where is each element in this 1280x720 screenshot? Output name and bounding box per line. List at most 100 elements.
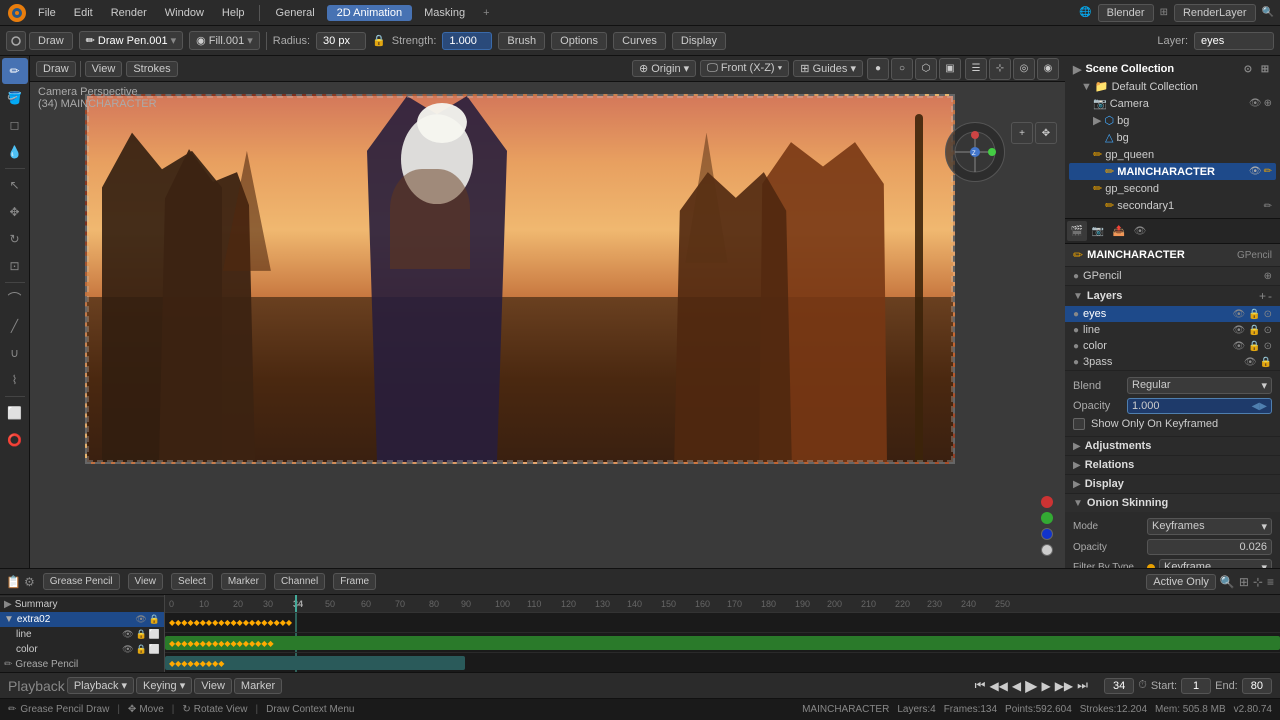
add-workspace-button[interactable]: + bbox=[477, 5, 495, 21]
options-button[interactable]: Options bbox=[551, 32, 607, 50]
gizmo-icon[interactable]: ⊹ bbox=[989, 58, 1011, 80]
start-frame-input[interactable]: 1 bbox=[1181, 678, 1211, 694]
timeline-filter-icon[interactable]: ⊞ bbox=[1239, 575, 1249, 589]
timeline-view-menu[interactable]: View bbox=[128, 573, 164, 590]
move-icon[interactable]: ✥ bbox=[1035, 122, 1057, 144]
props-tab-scene[interactable]: 🎬 bbox=[1067, 221, 1087, 241]
collection-bg-child[interactable]: △ bg bbox=[1069, 129, 1276, 146]
onion-mode-dropdown[interactable]: Keyframes ▾ bbox=[1147, 518, 1272, 535]
prev-keyframe-icon[interactable]: ◀◀ bbox=[989, 679, 1007, 693]
viewport-overlay-icon[interactable]: ☰ bbox=[965, 58, 987, 80]
scene-collection-expand[interactable]: ▶ bbox=[1073, 63, 1081, 76]
color-green[interactable] bbox=[1041, 512, 1053, 524]
active-only-btn[interactable]: Active Only bbox=[1146, 574, 1216, 590]
fill-dropdown[interactable]: ◉ Fill.001 ▾ bbox=[189, 31, 260, 50]
play-icon[interactable]: ▶ bbox=[1025, 676, 1037, 696]
menu-help[interactable]: Help bbox=[214, 5, 253, 21]
props-tab-output[interactable]: 📤 bbox=[1109, 221, 1129, 241]
view-timeline-btn[interactable]: View bbox=[194, 678, 232, 694]
display-button[interactable]: Display bbox=[672, 32, 726, 50]
sec1-pencil[interactable]: ✏ bbox=[1264, 201, 1272, 212]
mainchar-vis[interactable]: 👁 bbox=[1249, 166, 1262, 177]
viewport-view-menu[interactable]: View bbox=[85, 61, 123, 77]
layer-eyes-lock[interactable]: 🔒 bbox=[1248, 309, 1260, 320]
strength-input[interactable]: 1.000 bbox=[442, 32, 492, 50]
layer-line[interactable]: ● line 👁 🔒 ⊙ bbox=[1065, 322, 1280, 338]
grease-pencil-menu[interactable]: Grease Pencil bbox=[43, 573, 120, 590]
track-extra02[interactable]: ▼ extra02 👁 🔒 bbox=[0, 612, 164, 627]
track-area[interactable]: 0 10 20 30 34 50 60 70 80 90 100 110 120… bbox=[165, 595, 1280, 672]
snap-icon[interactable]: ◎ bbox=[1013, 58, 1035, 80]
tool-curve[interactable]: ⌒ bbox=[2, 286, 28, 312]
color-blue2[interactable] bbox=[1041, 528, 1053, 540]
layer-line-hide[interactable]: 👁 bbox=[1232, 325, 1245, 336]
timeline-sort-icon[interactable]: ⊹ bbox=[1253, 575, 1263, 589]
tool-eyedropper[interactable]: 💧 bbox=[2, 139, 28, 165]
current-frame-display[interactable]: 34 bbox=[1104, 678, 1134, 694]
marker-btn[interactable]: Marker bbox=[234, 678, 282, 694]
wire-shading-icon[interactable]: ⬡ bbox=[915, 58, 937, 80]
curves-button[interactable]: Curves bbox=[613, 32, 666, 50]
solid-shading-icon[interactable]: ○ bbox=[891, 58, 913, 80]
tool-eraser[interactable]: ◻ bbox=[2, 112, 28, 138]
tool-draw[interactable]: ✏ bbox=[2, 58, 28, 84]
zoom-in-icon[interactable]: + bbox=[1011, 122, 1033, 144]
timeline-channel-menu[interactable]: Channel bbox=[274, 573, 325, 590]
next-keyframe-icon[interactable]: ▶▶ bbox=[1055, 679, 1073, 693]
nav-gizmo-circle[interactable]: Z bbox=[945, 122, 1005, 182]
blend-dropdown[interactable]: Regular ▾ bbox=[1127, 377, 1272, 394]
track-color[interactable]: color 👁 🔒 ⬜ bbox=[0, 642, 164, 657]
timeline-frame-menu[interactable]: Frame bbox=[333, 573, 376, 590]
tool-circle[interactable]: ⭕ bbox=[2, 427, 28, 453]
adjustments-header[interactable]: ▶ Adjustments bbox=[1065, 437, 1280, 455]
render-layer-input[interactable]: RenderLayer bbox=[1174, 4, 1256, 22]
playback-dropdown[interactable]: Playback ▾ bbox=[67, 677, 134, 694]
extra02-vis[interactable]: 👁 bbox=[135, 614, 146, 625]
next-frame-icon[interactable]: ▶ bbox=[1041, 679, 1050, 693]
workspace-2d-animation[interactable]: 2D Animation bbox=[327, 5, 412, 21]
workspace-general[interactable]: General bbox=[266, 5, 325, 21]
viewport-mode-dropdown[interactable]: Draw bbox=[36, 61, 76, 77]
collection-filter-icon[interactable]: ⊙ bbox=[1241, 62, 1255, 76]
keying-dropdown[interactable]: Keying ▾ bbox=[136, 677, 192, 694]
timeline-marker-menu[interactable]: Marker bbox=[221, 573, 266, 590]
brush-button[interactable]: Brush bbox=[498, 32, 545, 50]
viewport-strokes-menu[interactable]: Strokes bbox=[126, 61, 177, 77]
mode-icon[interactable] bbox=[6, 31, 26, 51]
mainchar-pencil[interactable]: ✏ bbox=[1264, 166, 1272, 177]
line-extra[interactable]: ⬜ bbox=[149, 629, 160, 640]
collection-gp-queen[interactable]: ✏ gp_queen bbox=[1069, 146, 1276, 163]
props-tab-view[interactable]: 👁 bbox=[1130, 221, 1150, 241]
camera-render-icon[interactable]: ⊕ bbox=[1264, 98, 1272, 109]
opacity-input[interactable]: 1.000 ◀▶ bbox=[1127, 398, 1272, 414]
timeline-select-menu[interactable]: Select bbox=[171, 573, 213, 590]
props-tab-render[interactable]: 📷 bbox=[1088, 221, 1108, 241]
tool-fill[interactable]: 🪣 bbox=[2, 85, 28, 111]
layer-3pass-lock[interactable]: 🔒 bbox=[1260, 357, 1272, 368]
layer-line-onion[interactable]: ⊙ bbox=[1264, 325, 1272, 336]
layer-color-hide[interactable]: 👁 bbox=[1232, 341, 1245, 352]
prev-frame-icon[interactable]: ◀ bbox=[1012, 679, 1021, 693]
layer-color[interactable]: ● color 👁 🔒 ⊙ bbox=[1065, 338, 1280, 354]
tool-select[interactable]: ↖ bbox=[2, 172, 28, 198]
track-summary[interactable]: ▶ Summary bbox=[0, 597, 164, 612]
viewport-canvas[interactable]: Camera Perspective (34) MAINCHARACTER bbox=[30, 82, 1065, 568]
display-header[interactable]: ▶ Display bbox=[1065, 475, 1280, 493]
collection-maincharacter[interactable]: ✏ MAINCHARACTER 👁 ✏ bbox=[1069, 163, 1276, 180]
tool-move[interactable]: ✥ bbox=[2, 199, 28, 225]
collection-sort-icon[interactable]: ⊞ bbox=[1258, 62, 1272, 76]
layers-header[interactable]: ▼ Layers + - bbox=[1065, 286, 1280, 306]
scene-name-input[interactable]: Blender bbox=[1098, 4, 1154, 22]
jump-end-icon[interactable]: ⏭ bbox=[1077, 678, 1088, 693]
collection-camera[interactable]: 📷 Camera 👁 ⊕ bbox=[1069, 95, 1276, 112]
color-lock[interactable]: 🔒 bbox=[136, 644, 147, 655]
onion-header[interactable]: ▼ Onion Skinning bbox=[1065, 494, 1280, 512]
layer-line-lock[interactable]: 🔒 bbox=[1248, 325, 1260, 336]
timeline-search-icon[interactable]: 🔍 bbox=[1220, 575, 1235, 589]
layer-3pass[interactable]: ● 3pass 👁 🔒 bbox=[1065, 354, 1280, 370]
relations-header[interactable]: ▶ Relations bbox=[1065, 456, 1280, 474]
color-vis[interactable]: 👁 bbox=[122, 644, 133, 655]
tool-rotate[interactable]: ↻ bbox=[2, 226, 28, 252]
guides-dropdown[interactable]: ⊞ Guides ▾ bbox=[793, 60, 863, 77]
menu-file[interactable]: File bbox=[30, 5, 64, 21]
